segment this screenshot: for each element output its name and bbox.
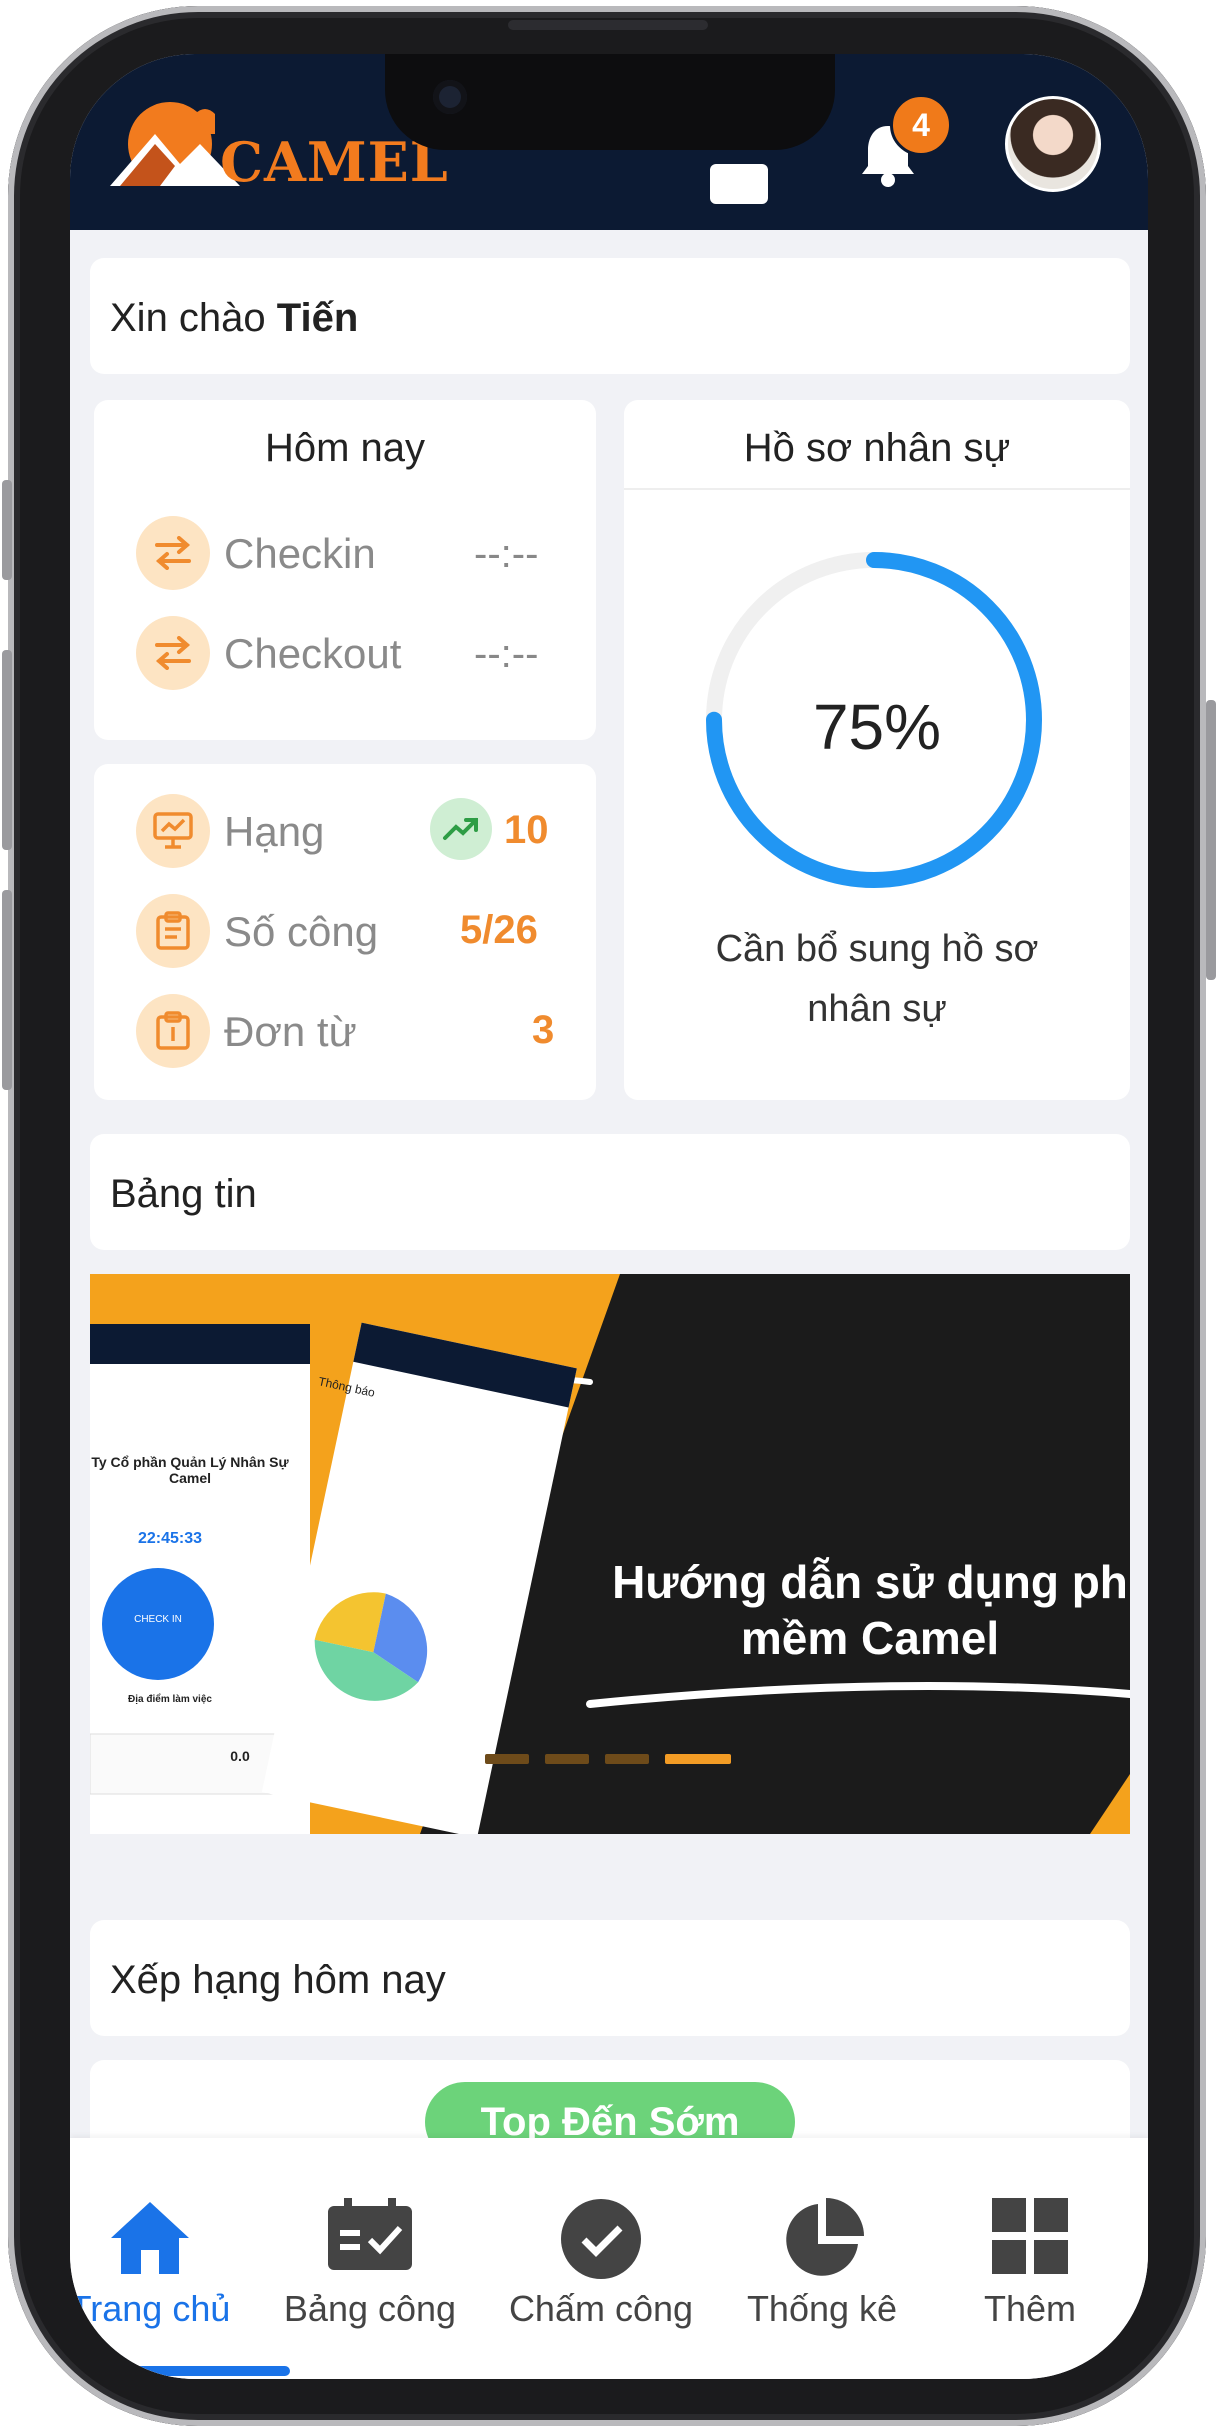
banner-app-company: Ty Cổ phần Quản Lý Nhân Sự Camel bbox=[91, 1454, 289, 1486]
checkin-value: --:-- bbox=[474, 532, 539, 576]
profile-title: Hồ sơ nhân sự bbox=[743, 426, 1011, 470]
greeting-name: Tiến bbox=[276, 296, 359, 340]
workdays-value: 5/26 bbox=[460, 908, 538, 952]
bottom-nav: Trang chủ Bảng công Chấm công Thống kê T… bbox=[70, 2138, 1148, 2379]
calendar-check-icon bbox=[328, 2198, 412, 2270]
profile-card[interactable]: Hồ sơ nhân sự 75% Cần bổ sung hồ sơ nhân… bbox=[624, 400, 1130, 1100]
nav-attendance[interactable]: Chấm công bbox=[501, 2138, 701, 2338]
requests-label: Đơn từ bbox=[224, 1008, 357, 1055]
banner-app-location: Địa điểm làm việc bbox=[128, 1694, 212, 1705]
requests-icon bbox=[136, 994, 210, 1068]
carousel-dot-active[interactable] bbox=[665, 1754, 731, 1764]
app-screen: CAMEL 4 Xin chào Tiến Hôm nay Checkin --… bbox=[70, 54, 1148, 2379]
banner-title-line2: mềm Camel bbox=[740, 1612, 1000, 1664]
banner-title: Hướng dẫn sử dụng ph mềm Camel bbox=[610, 1554, 1130, 1666]
rank-label: Hạng bbox=[224, 808, 325, 855]
divider bbox=[624, 488, 1130, 490]
carousel-dot[interactable] bbox=[545, 1754, 589, 1764]
phone-side-button bbox=[2, 650, 12, 850]
nav-timesheet-label: Bảng công bbox=[283, 2288, 457, 2329]
greeting-text: Xin chào Tiến bbox=[110, 296, 358, 341]
workdays-icon bbox=[136, 894, 210, 968]
check-circle-icon bbox=[561, 2199, 641, 2279]
greeting-card: Xin chào Tiến bbox=[90, 258, 1130, 374]
today-title: Hôm nay bbox=[264, 426, 426, 470]
notification-badge: 4 bbox=[890, 94, 952, 156]
phone-notch bbox=[385, 54, 835, 150]
ranking-header-card: Xếp hạng hôm nay bbox=[90, 1920, 1130, 2036]
ranking-title: Xếp hạng hôm nay bbox=[110, 1958, 446, 2002]
carousel-dot[interactable] bbox=[605, 1754, 649, 1764]
carousel-dots[interactable] bbox=[485, 1754, 731, 1764]
checkin-icon bbox=[136, 516, 210, 590]
news-title: Bảng tin bbox=[110, 1172, 257, 1216]
checkin-label: Checkin bbox=[224, 530, 376, 577]
phone-side-button bbox=[2, 480, 12, 580]
news-banner[interactable]: Ty Cổ phần Quản Lý Nhân Sự Camel 22:45:3… bbox=[90, 1274, 1130, 1834]
banner-app-stat: 0.0 bbox=[230, 1748, 250, 1764]
home-icon bbox=[111, 2202, 189, 2274]
nav-attendance-label: Chấm công bbox=[508, 2288, 694, 2329]
requests-value: 3 bbox=[532, 1008, 555, 1052]
banner-app-checkin: CHECK IN bbox=[134, 1614, 182, 1625]
rank-icon bbox=[136, 794, 210, 868]
checkout-label: Checkout bbox=[224, 630, 402, 677]
phone-speaker bbox=[508, 20, 708, 30]
nav-statistics[interactable]: Thống kê bbox=[722, 2138, 922, 2338]
nav-statistics-label: Thống kê bbox=[746, 2288, 898, 2329]
nav-timesheet[interactable]: Bảng công bbox=[270, 2138, 470, 2338]
today-card: Hôm nay Checkin --:-- Checkout --:-- bbox=[94, 400, 596, 740]
greeting-prefix: Xin chào bbox=[110, 296, 266, 340]
phone-side-button bbox=[1206, 700, 1216, 980]
nav-more[interactable]: Thêm bbox=[930, 2138, 1130, 2338]
checkout-value: --:-- bbox=[474, 632, 539, 676]
nav-active-indicator bbox=[110, 2366, 290, 2376]
banner-title-line1: Hướng dẫn sử dụng ph bbox=[612, 1556, 1128, 1608]
news-header-card: Bảng tin bbox=[90, 1134, 1130, 1250]
checkout-icon bbox=[136, 616, 210, 690]
profile-percent: 75% bbox=[812, 691, 942, 763]
nav-home-label: Trang chủ bbox=[70, 2288, 231, 2329]
rank-value: 10 bbox=[504, 808, 549, 852]
stats-card: Hạng 10 Số công 5/26 Đơn từ 3 bbox=[94, 764, 596, 1100]
mail-icon[interactable] bbox=[710, 164, 768, 209]
front-camera bbox=[433, 80, 467, 114]
trend-up-icon bbox=[430, 798, 492, 860]
banner-app-time: 22:45:33 bbox=[137, 1530, 203, 1547]
carousel-dot[interactable] bbox=[485, 1754, 529, 1764]
nav-more-label: Thêm bbox=[983, 2288, 1077, 2329]
nav-home[interactable]: Trang chủ bbox=[70, 2138, 250, 2338]
phone-side-button bbox=[2, 890, 12, 1090]
profile-note-line1: Cần bổ sung hồ sơ bbox=[715, 928, 1039, 970]
user-avatar[interactable] bbox=[1005, 96, 1101, 192]
workdays-label: Số công bbox=[224, 908, 379, 955]
pie-chart-icon bbox=[786, 2198, 864, 2276]
grid-icon bbox=[992, 2198, 1068, 2274]
profile-note-line2: nhân sự bbox=[807, 988, 947, 1030]
